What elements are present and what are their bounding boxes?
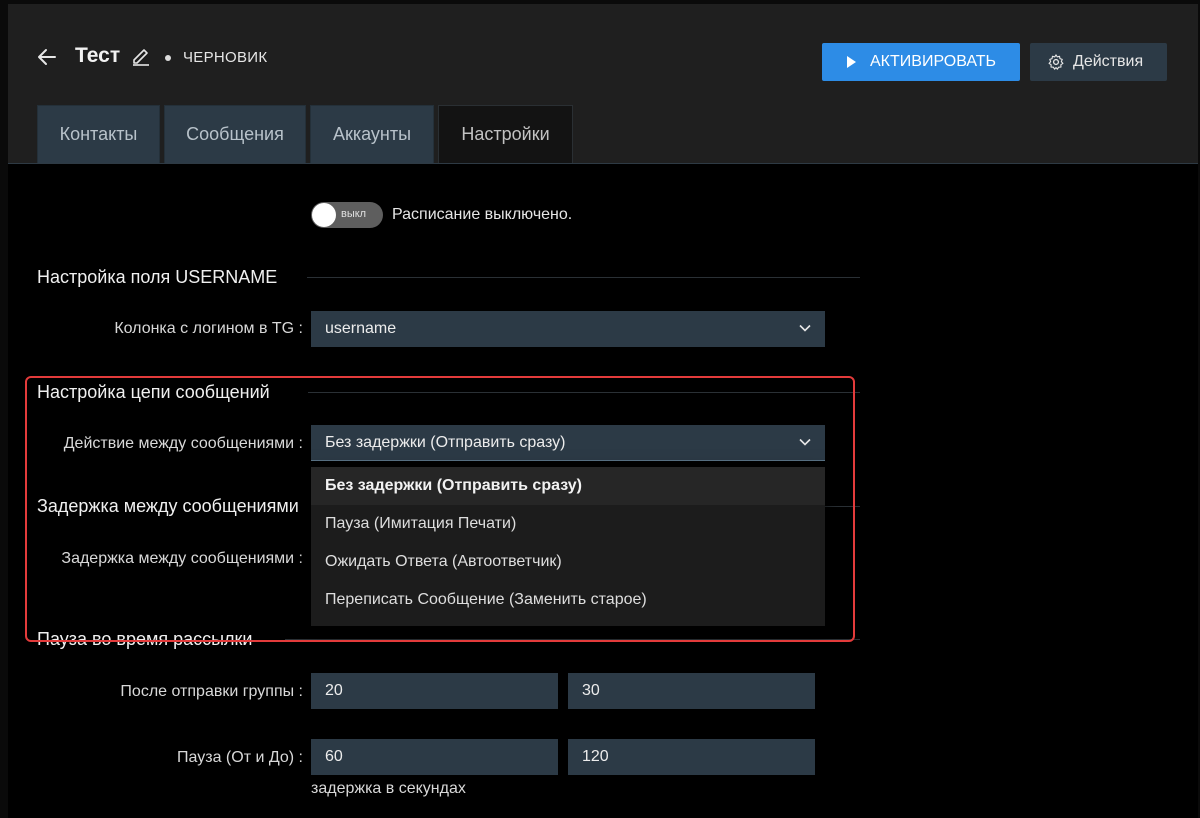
- pencil-edit-icon[interactable]: [131, 46, 151, 66]
- action-between-value: Без задержки (Отправить сразу): [325, 433, 566, 451]
- pause-to-input[interactable]: [568, 739, 815, 775]
- delay-between-label: Задержка между сообщениями :: [61, 550, 303, 567]
- tab-messages[interactable]: Сообщения: [164, 105, 306, 163]
- tab-accounts[interactable]: Аккаунты: [310, 105, 434, 163]
- chevron-down-icon: [799, 438, 811, 446]
- schedule-status-text: Расписание выключено.: [392, 206, 573, 223]
- tab-settings[interactable]: Настройки: [438, 105, 573, 163]
- login-column-value: username: [325, 320, 397, 337]
- login-column-select[interactable]: username: [311, 311, 825, 347]
- status-badge: ЧЕРНОВИК: [183, 49, 268, 66]
- status-dot: [165, 55, 171, 61]
- section-divider: [308, 392, 860, 393]
- action-between-select[interactable]: Без задержки (Отправить сразу): [311, 425, 825, 461]
- section-divider: [285, 639, 860, 640]
- toggle-state-label: выкл: [341, 208, 367, 220]
- actions-button[interactable]: Действия: [1030, 43, 1167, 81]
- campaign-title: Тест: [75, 44, 121, 67]
- login-column-label: Колонка с логином в TG :: [114, 320, 303, 337]
- section-title-username: Настройка поля USERNAME: [37, 267, 278, 287]
- tab-contacts[interactable]: Контакты: [37, 105, 160, 163]
- activate-button-label: АКТИВИРОВАТЬ: [870, 53, 997, 70]
- after-group-from-input[interactable]: [311, 673, 558, 709]
- activate-button[interactable]: АКТИВИРОВАТЬ: [822, 43, 1020, 81]
- section-divider: [307, 277, 860, 278]
- dropdown-option[interactable]: Пауза (Имитация Печати): [311, 505, 825, 543]
- section-title-chain: Настройка цепи сообщений: [37, 382, 270, 402]
- section-title-pause: Пауза во время рассылки: [37, 629, 253, 649]
- after-group-label: После отправки группы :: [120, 683, 303, 700]
- after-group-to-input[interactable]: [568, 673, 815, 709]
- schedule-toggle[interactable]: выкл: [311, 202, 383, 228]
- dropdown-option[interactable]: Без задержки (Отправить сразу): [311, 467, 825, 505]
- gear-icon: [1048, 54, 1064, 70]
- action-dropdown-menu: Без задержки (Отправить сразу) Пауза (Им…: [311, 467, 825, 626]
- chevron-down-icon: [799, 324, 811, 332]
- section-title-delay: Задержка между сообщениями: [37, 496, 299, 516]
- dropdown-option[interactable]: Ожидать Ответа (Автоответчик): [311, 543, 825, 581]
- pause-from-input[interactable]: [311, 739, 558, 775]
- seconds-hint: задержка в секундах: [311, 780, 466, 797]
- action-between-label: Действие между сообщениями :: [63, 435, 303, 452]
- actions-button-label: Действия: [1073, 53, 1144, 70]
- play-icon: [847, 56, 856, 68]
- dropdown-option[interactable]: Переписать Сообщение (Заменить старое): [311, 581, 825, 619]
- toggle-knob: [312, 203, 336, 227]
- back-arrow-icon[interactable]: [36, 46, 58, 68]
- pause-range-label: Пауза (От и До) :: [177, 749, 303, 766]
